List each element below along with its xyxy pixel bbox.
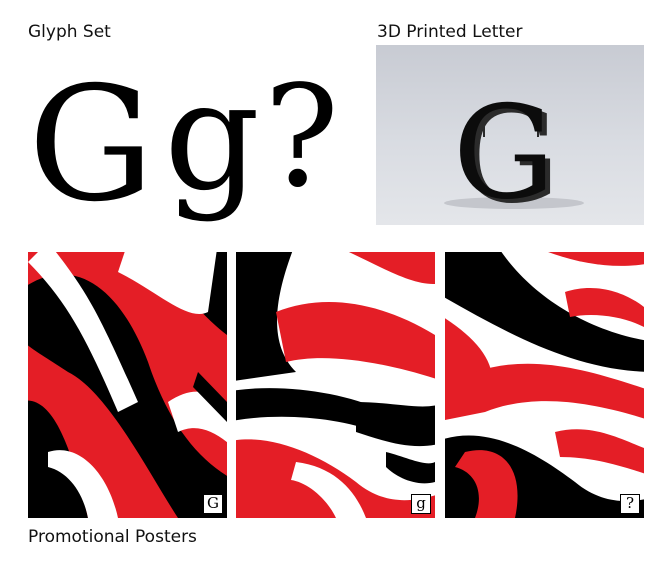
printed-letter-image: G G xyxy=(444,79,584,225)
printed-letter-face: G xyxy=(453,79,555,225)
poster-uppercase-g: G xyxy=(28,252,227,518)
glyph-lowercase-g: g xyxy=(164,50,261,224)
poster-artwork xyxy=(236,252,435,518)
printed-letter-title: 3D Printed Letter xyxy=(377,22,523,42)
poster-badge: ? xyxy=(620,494,640,514)
glyph-set-title: Glyph Set xyxy=(28,22,111,42)
printed-letter-photo: G G xyxy=(376,45,644,225)
poster-lowercase-g: g xyxy=(236,252,435,518)
glyph-question-mark: ? xyxy=(264,56,340,219)
glyph-uppercase-g: G xyxy=(28,53,155,237)
poster-badge: g xyxy=(411,494,431,514)
promotional-posters: G g ? xyxy=(28,252,644,518)
poster-artwork xyxy=(28,252,227,518)
poster-artwork xyxy=(445,252,644,518)
poster-question-mark: ? xyxy=(445,252,644,518)
promotional-posters-title: Promotional Posters xyxy=(28,527,197,547)
poster-badge: G xyxy=(203,494,223,514)
glyph-set: G g ? xyxy=(24,60,344,230)
